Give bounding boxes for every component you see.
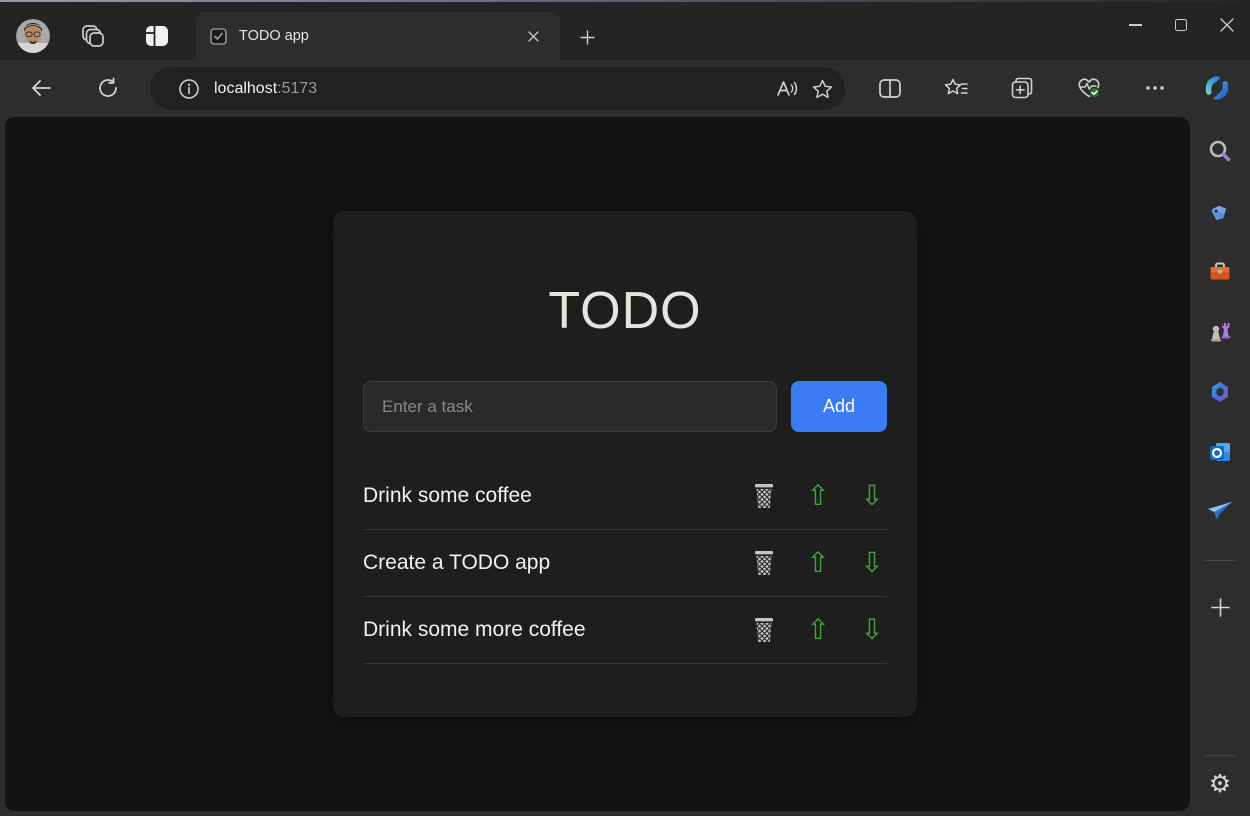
todo-card: TODO Add Drink some coffee ⇧	[333, 211, 917, 717]
window-top-edge	[0, 0, 1250, 2]
split-screen-icon[interactable]	[872, 70, 908, 106]
address-bar[interactable]: localhost:5173	[150, 67, 845, 110]
delete-task-button[interactable]	[749, 479, 779, 513]
up-arrow-icon: ⇧	[806, 616, 829, 644]
site-info-icon[interactable]	[172, 72, 206, 106]
delete-task-button[interactable]	[749, 546, 779, 580]
delete-task-button[interactable]	[749, 613, 779, 647]
task-entry-row: Add	[363, 381, 887, 432]
up-arrow-icon: ⇧	[806, 549, 829, 577]
trash-icon	[752, 482, 776, 510]
favorites-list-icon[interactable]	[938, 70, 974, 106]
toolbox-icon[interactable]	[1204, 256, 1236, 288]
m365-icon[interactable]	[1204, 376, 1236, 408]
down-arrow-icon: ⇩	[860, 482, 883, 510]
page-title: TODO	[333, 281, 917, 341]
new-tab-icon[interactable]	[572, 23, 602, 51]
maximize-icon[interactable]	[1158, 0, 1204, 50]
collections-icon[interactable]	[1004, 70, 1040, 106]
trash-icon	[752, 549, 776, 577]
tab-actions-icon[interactable]	[140, 19, 174, 53]
down-arrow-icon: ⇩	[860, 549, 883, 577]
back-icon[interactable]	[23, 70, 59, 106]
settings-gear-icon[interactable]: ⚙	[1204, 767, 1236, 799]
navigation-toolbar: localhost:5173	[0, 60, 1250, 117]
copilot-icon[interactable]	[1199, 70, 1235, 106]
move-up-button[interactable]: ⇧	[803, 479, 833, 513]
url-host: localhost	[214, 80, 277, 97]
move-down-button[interactable]: ⇩	[857, 479, 887, 513]
read-aloud-icon[interactable]	[771, 72, 805, 106]
add-apps-icon[interactable]	[1204, 591, 1236, 623]
task-row: Create a TODO app ⇧ ⇩	[363, 530, 887, 597]
window-controls	[1112, 0, 1250, 60]
task-text: Drink some more coffee	[363, 618, 749, 642]
tab-strip: TODO app	[0, 0, 1250, 60]
outlook-icon[interactable]	[1204, 436, 1236, 468]
up-arrow-icon: ⇧	[806, 482, 829, 510]
drop-icon[interactable]	[1204, 496, 1236, 528]
search-icon[interactable]	[1204, 136, 1236, 168]
down-arrow-icon: ⇩	[860, 616, 883, 644]
sidebar-divider	[1205, 755, 1235, 756]
add-button[interactable]: Add	[791, 381, 887, 432]
edge-sidebar: ⚙	[1190, 117, 1250, 816]
checkbox-favicon-icon	[210, 28, 227, 45]
url-text[interactable]: localhost:5173	[214, 80, 771, 98]
browser-essentials-icon[interactable]	[1071, 70, 1107, 106]
workspaces-icon[interactable]	[76, 19, 110, 53]
task-row: Drink some more coffee ⇧ ⇩	[363, 597, 887, 664]
active-tab[interactable]: TODO app	[196, 12, 560, 60]
refresh-icon[interactable]	[90, 70, 126, 106]
sidebar-divider	[1205, 560, 1235, 561]
move-up-button[interactable]: ⇧	[803, 613, 833, 647]
shopping-icon[interactable]	[1204, 196, 1236, 228]
task-text: Drink some coffee	[363, 484, 749, 508]
favorite-star-icon[interactable]	[805, 72, 839, 106]
move-down-button[interactable]: ⇩	[857, 613, 887, 647]
games-icon[interactable]	[1204, 316, 1236, 348]
browser-window: TODO app	[0, 0, 1250, 816]
task-input[interactable]	[363, 381, 777, 432]
task-text: Create a TODO app	[363, 551, 749, 575]
minimize-icon[interactable]	[1112, 0, 1158, 50]
tab-close-icon[interactable]	[520, 23, 546, 49]
web-content: TODO Add Drink some coffee ⇧	[5, 117, 1190, 811]
tab-title: TODO app	[239, 28, 520, 44]
move-up-button[interactable]: ⇧	[803, 546, 833, 580]
trash-icon	[752, 616, 776, 644]
url-port: :5173	[277, 80, 317, 97]
more-menu-icon[interactable]	[1137, 70, 1173, 106]
move-down-button[interactable]: ⇩	[857, 546, 887, 580]
task-row: Drink some coffee ⇧ ⇩	[363, 463, 887, 530]
close-window-icon[interactable]	[1204, 0, 1250, 50]
avatar-image	[16, 19, 50, 53]
task-list: Drink some coffee ⇧ ⇩ Create a TODO app	[363, 463, 887, 664]
profile-avatar[interactable]	[16, 19, 50, 53]
